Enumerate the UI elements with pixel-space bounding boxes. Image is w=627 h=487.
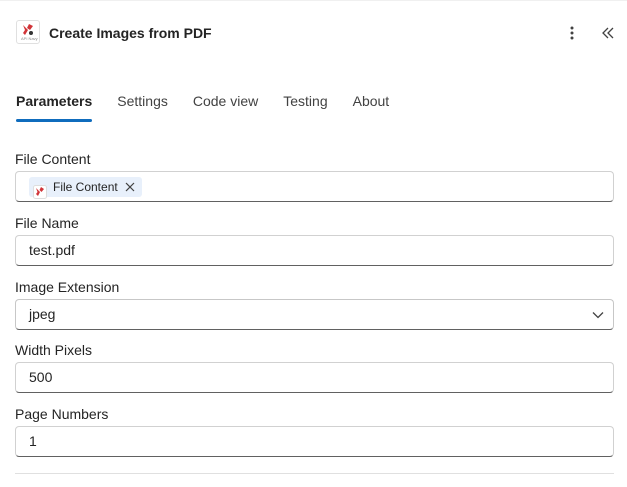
file-name-label: File Name [15, 215, 79, 231]
image-extension-value: jpeg [29, 306, 56, 322]
file-content-token[interactable]: File Content [29, 177, 142, 199]
remove-token-button[interactable] [124, 181, 136, 193]
width-pixels-label: Width Pixels [15, 342, 93, 358]
action-panel: API Navy Create Images from PDF Paramete… [0, 0, 627, 487]
image-extension-label: Image Extension [15, 279, 120, 295]
width-pixels-input[interactable]: 500 [15, 362, 614, 393]
chevron-down-icon [592, 312, 604, 319]
file-name-input[interactable]: test.pdf [15, 235, 614, 266]
tab-about[interactable]: About [353, 88, 390, 124]
connector-logo: API Navy [16, 20, 40, 44]
file-content-field[interactable]: File Content [15, 171, 614, 202]
dismiss-icon [125, 182, 135, 192]
bottom-divider [15, 473, 614, 474]
tab-code-view[interactable]: Code view [193, 88, 258, 124]
page-numbers-input[interactable]: 1 [15, 426, 614, 457]
tab-testing[interactable]: Testing [283, 88, 327, 124]
more-vertical-icon [570, 26, 574, 40]
page-numbers-label: Page Numbers [15, 406, 109, 422]
logo-text: API Navy [21, 36, 38, 41]
panel-title: Create Images from PDF [49, 25, 212, 41]
tab-settings[interactable]: Settings [117, 88, 168, 124]
panel-header: API Navy Create Images from PDF [0, 0, 627, 66]
tab-parameters[interactable]: Parameters [16, 88, 93, 124]
file-content-label: File Content [15, 151, 91, 167]
double-chevron-left-icon [602, 27, 614, 39]
connector-token-icon [33, 180, 47, 199]
more-options-button[interactable] [561, 22, 583, 44]
collapse-panel-button[interactable] [597, 22, 619, 44]
image-extension-dropdown[interactable]: jpeg [15, 299, 614, 330]
token-label: File Content [53, 180, 118, 194]
tab-list: Parameters Settings Code view Testing Ab… [16, 88, 414, 124]
